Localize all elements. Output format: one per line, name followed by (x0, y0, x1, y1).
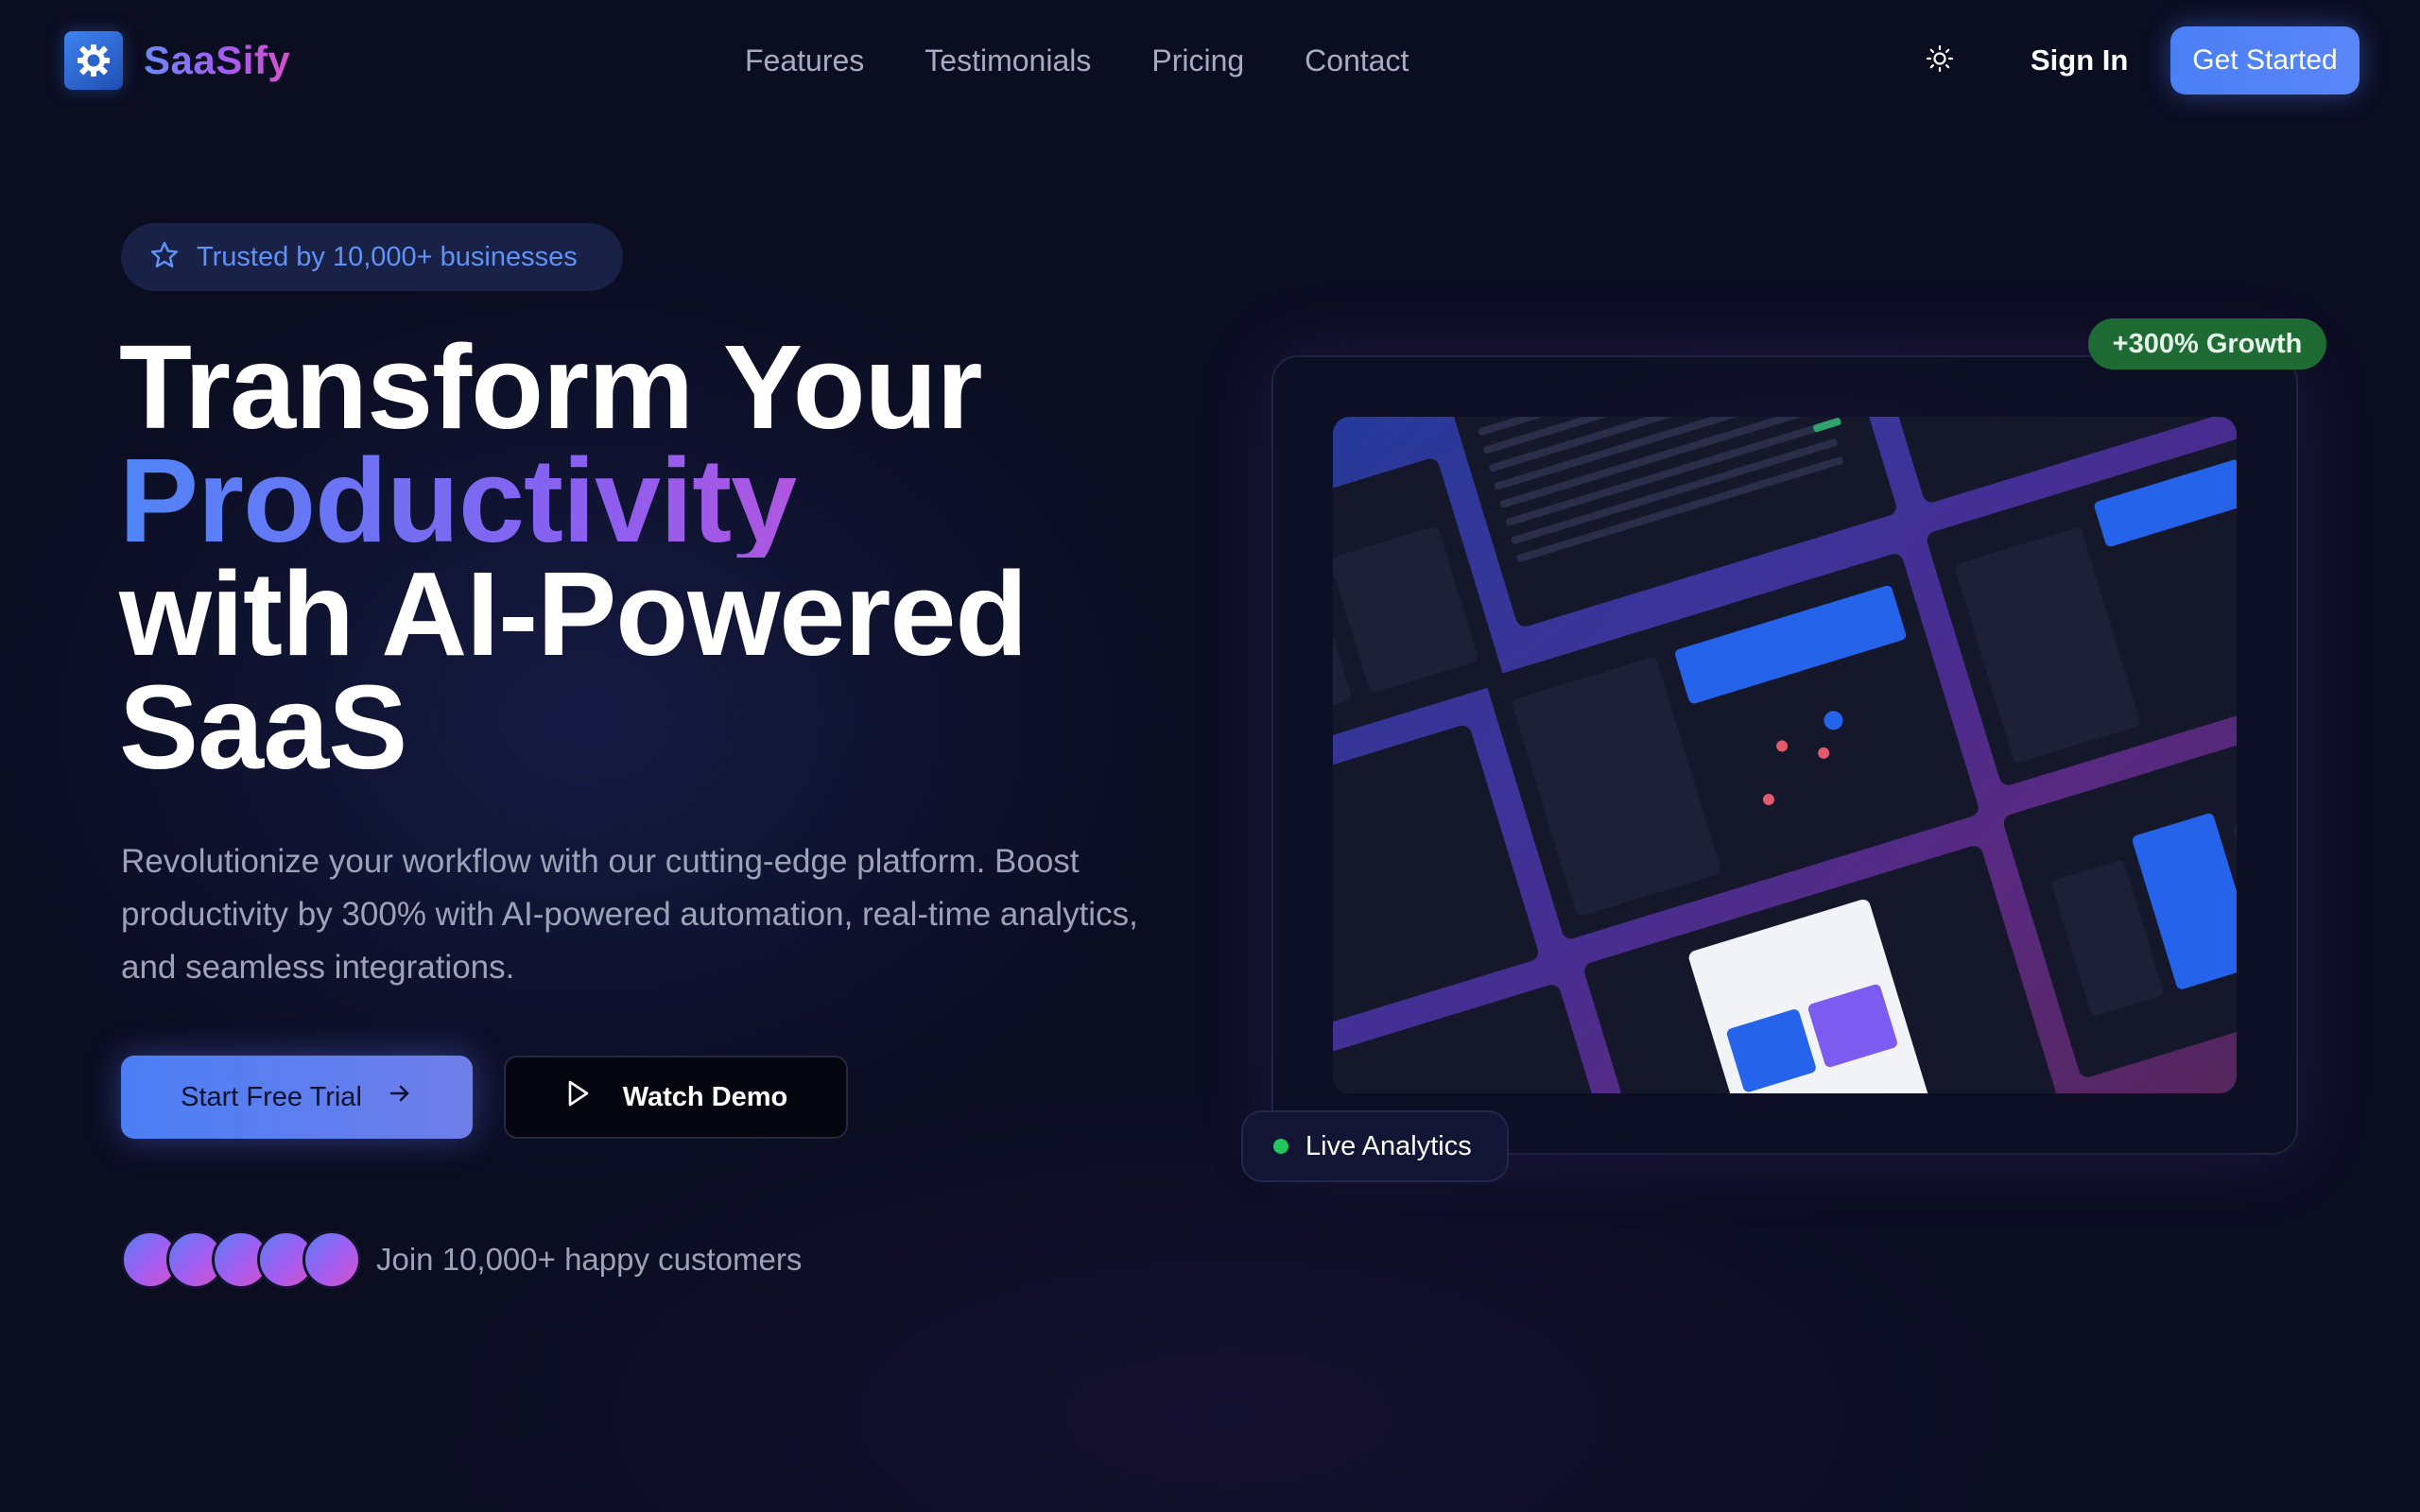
headline-line-3: with AI-Powered (119, 547, 1028, 680)
headline-line-4: SaaS (119, 661, 407, 794)
arrow-right-icon (387, 1080, 413, 1114)
landing-page: SaaSify Features Testimonials Pricing Co… (0, 0, 2420, 1512)
trust-badge-text: Trusted by 10,000+ businesses (197, 241, 578, 272)
play-icon (564, 1079, 591, 1115)
gear-icon (64, 31, 123, 90)
live-analytics-label: Live Analytics (1305, 1130, 1472, 1161)
nav-link-pricing[interactable]: Pricing (1151, 38, 1244, 83)
watch-demo-label: Watch Demo (622, 1081, 788, 1112)
watch-demo-button[interactable]: Watch Demo (504, 1056, 848, 1139)
social-proof-text: Join 10,000+ happy customers (376, 1242, 803, 1277)
get-started-button[interactable]: Get Started (2170, 26, 2360, 94)
headline-line-1: Transform Your (119, 320, 983, 454)
star-icon (149, 240, 180, 275)
social-proof: Join 10,000+ happy customers (121, 1230, 802, 1289)
live-status-dot (1273, 1139, 1288, 1154)
nav-links: Features Testimonials Pricing Contact (745, 38, 1409, 83)
live-analytics-badge: Live Analytics (1241, 1110, 1509, 1182)
top-nav: SaaSify Features Testimonials Pricing Co… (0, 0, 2420, 121)
brand-name: SaaSify (144, 38, 291, 82)
hero-headline: Transform Your Productivity with AI-Powe… (119, 320, 1159, 794)
dashboard-preview-image (1333, 417, 2237, 1093)
start-free-trial-label: Start Free Trial (181, 1081, 362, 1112)
nav-link-testimonials[interactable]: Testimonials (925, 38, 1091, 83)
hero-description: Revolutionize your workflow with our cut… (121, 843, 1138, 986)
growth-badge: +300% Growth (2088, 318, 2326, 369)
nav-link-features[interactable]: Features (745, 38, 864, 83)
sun-icon (1926, 44, 1954, 77)
brand-logo[interactable]: SaaSify (64, 31, 290, 90)
nav-link-contact[interactable]: Contact (1305, 38, 1409, 83)
sign-in-link[interactable]: Sign In (2031, 38, 2128, 83)
headline-highlight: Productivity (119, 441, 1159, 560)
theme-toggle-button[interactable] (1919, 42, 1961, 79)
trust-badge: Trusted by 10,000+ businesses (121, 223, 623, 291)
avatar (302, 1230, 361, 1289)
start-free-trial-button[interactable]: Start Free Trial (121, 1056, 473, 1139)
